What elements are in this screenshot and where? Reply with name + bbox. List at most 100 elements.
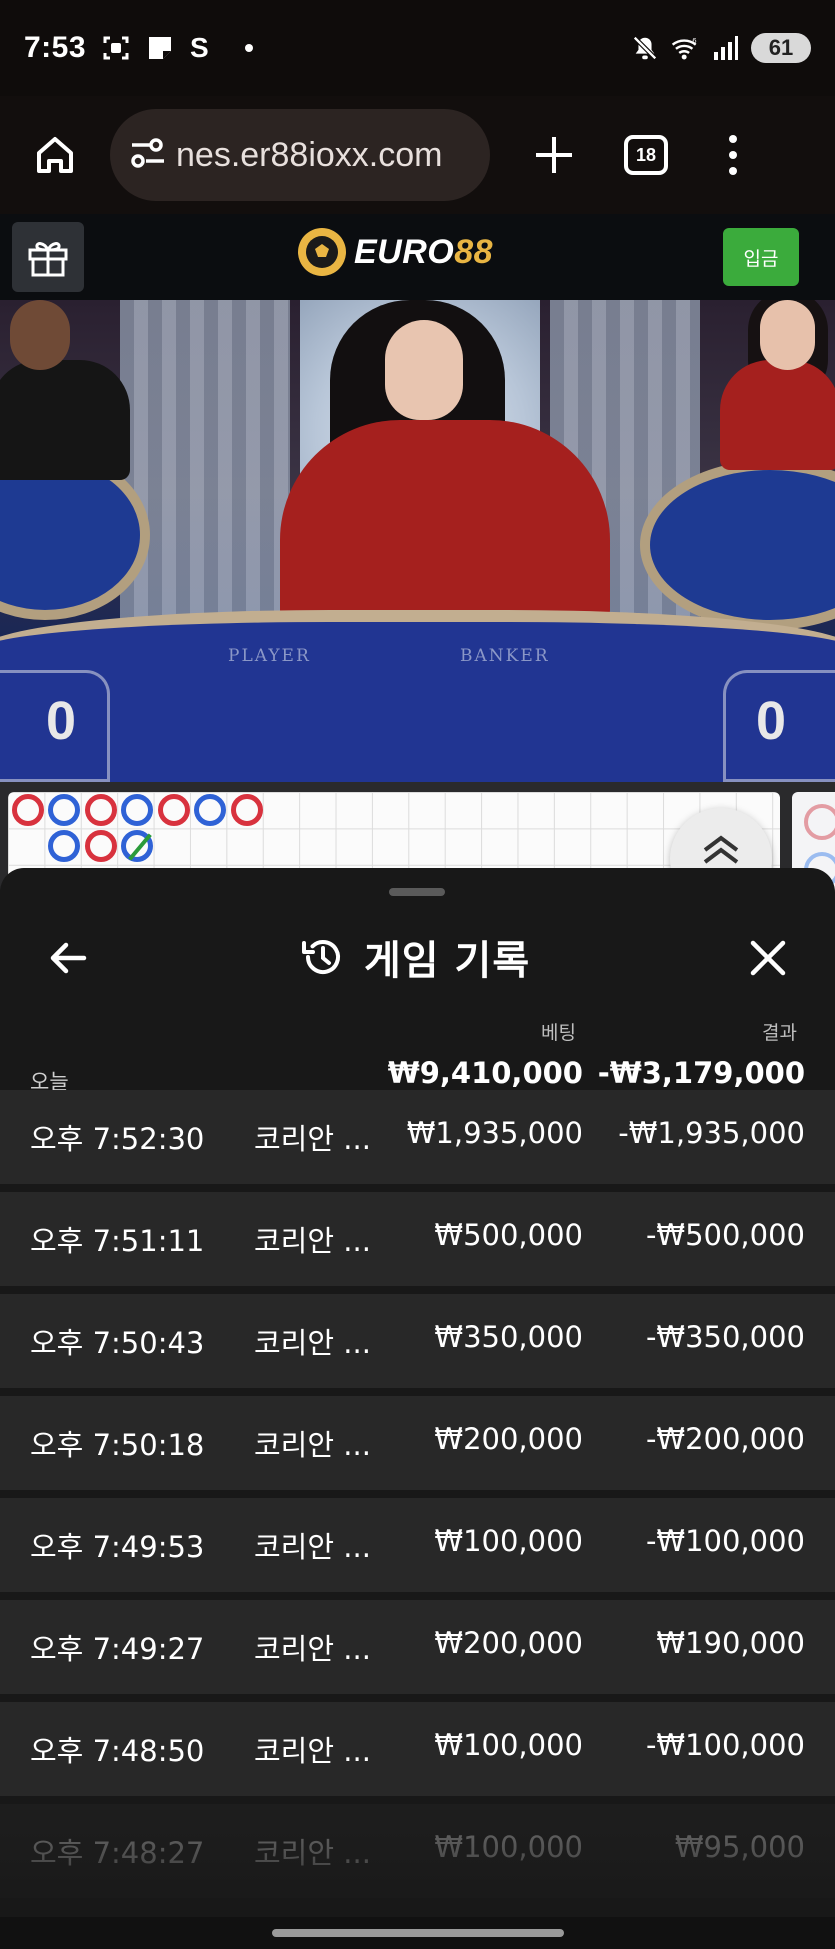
close-button[interactable] xyxy=(744,934,792,982)
bead-blue xyxy=(48,830,80,862)
svg-text:6: 6 xyxy=(692,36,696,45)
battery-indicator: 61 xyxy=(751,33,811,63)
row-result: ₩95,000 xyxy=(674,1830,805,1864)
euro88-logo[interactable]: EURO88 xyxy=(298,228,493,276)
row-bet: ₩1,935,000 xyxy=(406,1116,583,1150)
system-navigation-bar xyxy=(0,1917,835,1949)
sheet-title: 게임 기록 xyxy=(364,938,531,984)
history-row[interactable]: 오후 7:51:11 코리안 ... ₩500,000 -₩500,000 xyxy=(0,1192,835,1286)
row-bet: ₩350,000 xyxy=(434,1320,583,1354)
row-bet: ₩100,000 xyxy=(434,1830,583,1864)
site-settings-icon[interactable] xyxy=(128,135,168,175)
row-game: 코리안 ... xyxy=(254,1734,371,1768)
tab-count: 18 xyxy=(635,144,657,165)
row-game: 코리안 ... xyxy=(254,1836,371,1870)
tab-switcher-button[interactable]: 18 xyxy=(624,135,668,175)
bead-tie xyxy=(121,830,153,862)
battery-level: 61 xyxy=(768,35,794,60)
logo-text-gold: 88 xyxy=(454,232,494,271)
site-header: EURO88 입금 xyxy=(0,214,835,300)
bead-red xyxy=(12,794,44,826)
row-time: 오후 7:49:27 xyxy=(30,1632,205,1666)
home-button[interactable] xyxy=(20,120,90,190)
row-bet: ₩500,000 xyxy=(434,1218,583,1252)
bead-blue xyxy=(48,794,80,826)
more-notifications-dot xyxy=(244,44,253,52)
screen: 7:53 S 6 61 nes.er88ioxx.com 18 EURO88 입… xyxy=(0,0,835,1949)
player-label: PLAYER xyxy=(228,646,311,666)
close-icon xyxy=(750,940,786,976)
history-row[interactable]: 오후 7:52:30 코리안 ... ₩1,935,000 -₩1,935,00… xyxy=(0,1090,835,1184)
row-game: 코리안 ... xyxy=(254,1428,371,1462)
row-result: -₩100,000 xyxy=(645,1728,805,1762)
row-time: 오후 7:50:18 xyxy=(30,1428,205,1462)
history-row[interactable]: 오후 7:49:27 코리안 ... ₩200,000 ₩190,000 xyxy=(0,1600,835,1694)
s-notification-icon: S xyxy=(190,32,209,63)
browser-toolbar: nes.er88ioxx.com 18 xyxy=(0,96,835,214)
home-gesture-pill[interactable] xyxy=(272,1929,564,1937)
dealer xyxy=(280,420,610,630)
browser-menu-button[interactable] xyxy=(718,125,748,185)
today-summary: 베팅 결과 오늘 ₩9,410,000 -₩3,179,000 xyxy=(0,1008,835,1098)
row-result: -₩500,000 xyxy=(645,1218,805,1252)
total-bet: ₩9,410,000 xyxy=(387,1056,583,1090)
row-result: ₩190,000 xyxy=(656,1626,805,1660)
status-time: 7:53 xyxy=(24,31,87,64)
column-header-bet: 베팅 xyxy=(541,1022,576,1044)
back-button[interactable] xyxy=(44,934,92,982)
row-bet: ₩200,000 xyxy=(434,1422,583,1456)
row-game: 코리안 ... xyxy=(254,1530,371,1564)
history-row[interactable]: 오후 7:48:50 코리안 ... ₩100,000 -₩100,000 xyxy=(0,1702,835,1796)
bead-blue xyxy=(121,794,153,826)
deposit-button[interactable]: 입금 xyxy=(723,228,799,286)
banker-label: BANKER xyxy=(460,646,550,666)
row-time: 오후 7:50:43 xyxy=(30,1326,205,1360)
row-game: 코리안 ... xyxy=(254,1224,371,1258)
history-row[interactable]: 오후 7:48:27 코리안 ... ₩100,000 ₩95,000 xyxy=(0,1804,835,1898)
url-text: nes.er88ioxx.com xyxy=(176,135,443,174)
row-time: 오후 7:51:11 xyxy=(30,1224,205,1258)
bead-red xyxy=(231,794,263,826)
bead-red xyxy=(158,794,190,826)
note-icon xyxy=(146,34,174,62)
game-history-sheet: 게임 기록 베팅 결과 오늘 ₩9,410,000 -₩3,179,000 오후… xyxy=(0,868,835,1917)
background-dealer-left xyxy=(0,300,140,500)
arrow-left-icon xyxy=(50,942,87,974)
history-row[interactable]: 오후 7:50:18 코리안 ... ₩200,000 -₩200,000 xyxy=(0,1396,835,1490)
sheet-header: 게임 기록 xyxy=(0,914,835,1010)
history-row[interactable]: 오후 7:49:53 코리안 ... ₩100,000 -₩100,000 xyxy=(0,1498,835,1592)
row-game: 코리안 ... xyxy=(254,1122,371,1156)
screenshot-icon xyxy=(102,34,130,62)
bead-blue xyxy=(194,794,226,826)
banker-score: 0 xyxy=(756,691,787,751)
new-tab-button[interactable] xyxy=(524,125,584,185)
row-time: 오후 7:48:27 xyxy=(30,1836,205,1870)
history-row[interactable]: 오후 7:50:43 코리안 ... ₩350,000 -₩350,000 xyxy=(0,1294,835,1388)
row-result: -₩200,000 xyxy=(645,1422,805,1456)
sheet-drag-handle[interactable] xyxy=(389,888,445,896)
signal-icon xyxy=(711,34,739,62)
row-result: -₩100,000 xyxy=(645,1524,805,1558)
gift-button[interactable] xyxy=(12,222,84,292)
home-icon xyxy=(37,137,73,173)
logo-text-white: EURO xyxy=(354,232,455,271)
total-result: -₩3,179,000 xyxy=(597,1056,805,1090)
baccarat-table xyxy=(0,610,835,782)
column-header-result: 결과 xyxy=(762,1022,797,1044)
live-dealer-video[interactable]: PLAYER BANKER 0 0 xyxy=(0,300,835,782)
plus-icon xyxy=(536,137,572,173)
row-time: 오후 7:52:30 xyxy=(30,1122,205,1156)
row-result: -₩350,000 xyxy=(645,1320,805,1354)
bead-red xyxy=(85,830,117,862)
soccer-ball-icon xyxy=(298,228,346,276)
row-bet: ₩100,000 xyxy=(434,1524,583,1558)
row-game: 코리안 ... xyxy=(254,1632,371,1666)
player-score: 0 xyxy=(46,691,77,751)
double-chevron-up-icon xyxy=(703,835,739,864)
history-icon xyxy=(298,933,346,981)
status-bar: 7:53 S 6 61 xyxy=(0,0,835,96)
mute-icon xyxy=(631,34,659,62)
wifi-icon: 6 xyxy=(671,34,699,62)
row-bet: ₩200,000 xyxy=(434,1626,583,1660)
address-bar[interactable]: nes.er88ioxx.com xyxy=(110,109,490,201)
